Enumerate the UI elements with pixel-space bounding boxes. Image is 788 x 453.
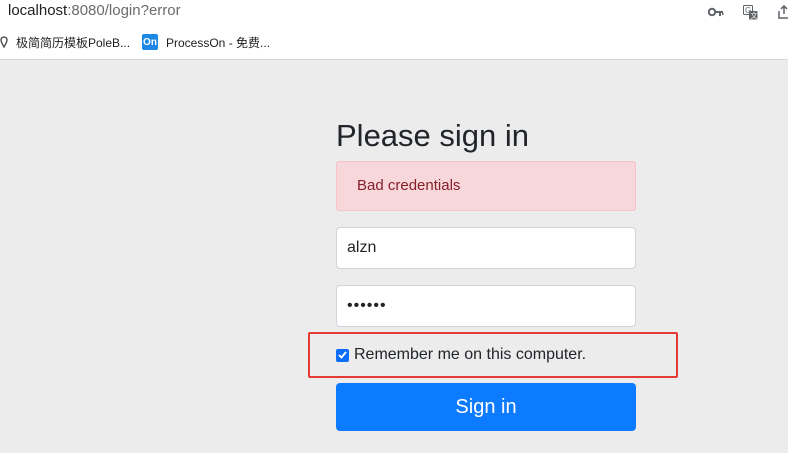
page-title: Please sign in [336,118,530,153]
remember-me-checkbox[interactable] [336,348,349,362]
remember-me-label: Remember me on this computer. [354,346,587,363]
url-path: :8080/login?error [67,2,181,19]
error-alert: Bad credentials [336,161,636,211]
browser-window: localhost:8080/login?error G文 极简简历模板Pole… [0,0,788,453]
address-bar-icons: G文 [708,2,788,22]
key-icon[interactable] [708,4,724,20]
svg-text:文: 文 [750,11,757,20]
bookmark-label: 极简简历模板PoleB... [16,35,131,50]
bookmark-label: ProcessOn - 免费... [166,35,271,50]
processon-icon: On [142,34,158,50]
username-field[interactable] [336,227,636,269]
url-host: localhost [8,2,68,19]
bookmark-processon[interactable]: On ProcessOn - 免费... [142,34,270,50]
password-field[interactable] [336,285,636,327]
bookmarks-bar: 极简简历模板PoleB... On ProcessOn - 免费... [0,24,788,60]
bookmark-resume-template[interactable]: 极简简历模板PoleB... [0,34,130,50]
url-text[interactable]: localhost:8080/login?error [8,1,181,21]
address-bar[interactable]: localhost:8080/login?error G文 [0,0,788,24]
login-page: Please sign in Bad credentials Remember … [0,60,788,453]
translate-icon[interactable]: G文 [742,4,758,20]
map-pin-icon [0,34,8,50]
sign-in-button[interactable]: Sign in [336,383,636,431]
remember-me[interactable]: Remember me on this computer. [336,344,586,366]
share-icon[interactable] [776,4,788,20]
checkmark-icon [338,351,347,359]
